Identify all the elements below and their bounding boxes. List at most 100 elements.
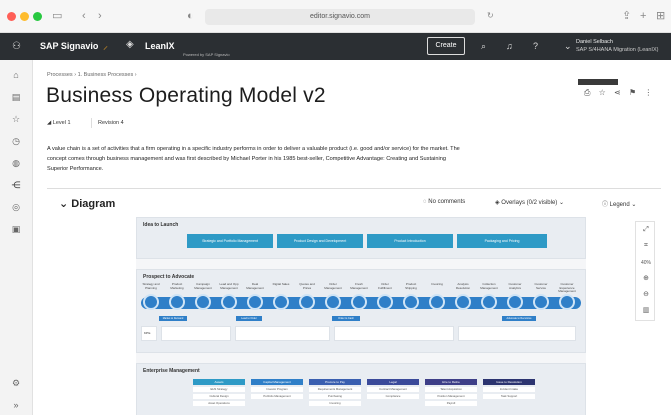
process-step-label: Lead and Opp Management (219, 282, 239, 290)
chevron-down-icon[interactable]: ⌄ (564, 41, 572, 52)
phase-tag[interactable]: Advocate to Recursive (502, 316, 536, 321)
minimize-window-icon[interactable] (20, 12, 29, 21)
enterprise-column-header[interactable]: Hire to Retire (425, 379, 477, 385)
zoom-window-icon[interactable] (33, 12, 42, 21)
process-step-label: Product Shipping (405, 282, 417, 290)
process-step-circle[interactable] (429, 294, 445, 310)
settings-icon[interactable]: ⚙ (10, 378, 22, 389)
process-step-circle[interactable] (325, 294, 341, 310)
sidebar-toggle-icon[interactable]: ▭ (52, 9, 62, 23)
enterprise-column-item[interactable]: Payroll (425, 401, 477, 406)
enterprise-column-header[interactable]: Capital Management (251, 379, 303, 385)
bell-icon[interactable]: ♫ (506, 41, 513, 51)
sap-icon[interactable]: ◍ (10, 158, 22, 169)
more-icon[interactable]: ⋮ (644, 88, 652, 97)
dictionary-icon[interactable]: ▤ (10, 92, 22, 103)
chevron-step[interactable]: Strategic and Portfolio Management (187, 234, 273, 248)
diagram-canvas[interactable]: Idea to Launch Strategic and Portfolio M… (136, 217, 586, 415)
enterprise-column-header[interactable]: Issue to Resolution (483, 379, 535, 385)
enterprise-column-item[interactable]: Compliance (367, 394, 419, 399)
brand-name[interactable]: SAP Signavio (40, 41, 98, 51)
enterprise-column-item[interactable]: Talent Acquisition (425, 387, 477, 392)
user-workspace[interactable]: SAP S/4HANA Migration (LeanIX) (576, 47, 658, 53)
kpi-box[interactable] (161, 326, 231, 341)
enterprise-column-item[interactable]: Portfolio Management (251, 394, 303, 399)
process-step-circle[interactable] (351, 294, 367, 310)
legend-dropdown[interactable]: ⓘ Legend ⌄ (602, 199, 636, 208)
expand-sidebar-icon[interactable]: » (10, 400, 22, 410)
enterprise-column-item[interactable]: Position Management (425, 394, 477, 399)
fit-to-screen-icon[interactable]: ⌗ (636, 242, 656, 250)
process-step-circle[interactable] (273, 294, 289, 310)
process-step-circle[interactable] (299, 294, 315, 310)
tab-overview-icon[interactable]: ⊞ (656, 9, 665, 23)
phase-tag[interactable]: Lead to Order (236, 316, 262, 321)
forward-icon[interactable]: › (98, 9, 102, 23)
process-step-circle[interactable] (169, 294, 185, 310)
diagram-header[interactable]: ⌄ Diagram (59, 197, 115, 210)
enterprise-column-item[interactable]: Invoicing (309, 401, 361, 406)
process-step-circle[interactable] (533, 294, 549, 310)
help-icon[interactable]: ? (533, 41, 538, 51)
minimap-icon[interactable]: ▥ (636, 306, 656, 314)
zoom-out-icon[interactable]: ⊖ (636, 290, 656, 298)
back-icon[interactable]: ‹ (82, 9, 86, 23)
process-step-circle[interactable] (481, 294, 497, 310)
process-step-circle[interactable] (195, 294, 211, 310)
phase-tag[interactable]: Market to Demand (159, 316, 187, 321)
print-icon[interactable]: ⎙ (584, 88, 590, 97)
enterprise-column-header[interactable]: Procure to Pay (309, 379, 361, 385)
enterprise-column-header[interactable]: Assets (193, 379, 245, 385)
home-icon[interactable]: ⌂ (10, 70, 22, 80)
enterprise-column-item[interactable]: Asset Operations (193, 401, 245, 406)
new-tab-icon[interactable]: + (640, 9, 646, 23)
journey-icon[interactable]: ◎ (10, 202, 22, 213)
comments-button[interactable]: ◌ No comments (423, 199, 465, 205)
enterprise-column-header[interactable]: Legal (367, 379, 419, 385)
chevron-step[interactable]: Product Introduction (367, 234, 453, 248)
enterprise-column-item[interactable]: Incident Intake (483, 387, 535, 392)
close-window-icon[interactable] (7, 12, 16, 21)
kpi-box[interactable] (458, 326, 576, 341)
favorites-icon[interactable]: ☆ (10, 114, 22, 125)
process-step-circle[interactable] (377, 294, 393, 310)
enterprise-column-item[interactable]: Cultural Design (193, 394, 245, 399)
share-icon[interactable]: ⇪ (622, 9, 631, 23)
enterprise-column-item[interactable]: Contract Management (367, 387, 419, 392)
favorite-icon[interactable]: ☆ (599, 88, 606, 97)
search-icon[interactable]: ⌕ (481, 41, 486, 52)
enterprise-column-item[interactable]: EHS Strategy (193, 387, 245, 392)
user-group-icon[interactable]: ⚇ (12, 41, 21, 52)
process-step-circle[interactable] (143, 294, 159, 310)
breadcrumb[interactable]: Processes › 1. Business Processes › (47, 72, 137, 78)
process-step-circle[interactable] (403, 294, 419, 310)
fullscreen-icon[interactable]: ⤢ (636, 226, 656, 234)
overlays-dropdown[interactable]: ◈ Overlays (0/2 visible) ⌄ (495, 199, 564, 206)
process-step-circle[interactable] (507, 294, 523, 310)
kpi-box[interactable] (235, 326, 330, 341)
process-step-circle[interactable] (559, 294, 575, 310)
document-icon[interactable]: ▣ (10, 224, 22, 235)
zoom-in-icon[interactable]: ⊕ (636, 274, 656, 282)
kpi-box[interactable] (334, 326, 454, 341)
share-link-icon[interactable]: ⋖ (614, 88, 621, 97)
create-button[interactable]: Create (427, 37, 465, 55)
notification-count-icon[interactable]: ⚑ (629, 88, 636, 97)
enterprise-column-item[interactable]: Task Support (483, 394, 535, 399)
phase-tag[interactable]: Order to Cash (332, 316, 360, 321)
address-bar[interactable]: editor.signavio.com (205, 9, 475, 25)
enterprise-column-item[interactable]: Requirements Management (309, 387, 361, 392)
process-step-circle[interactable] (455, 294, 471, 310)
process-icon[interactable]: ⋲ (10, 180, 22, 191)
user-name[interactable]: Daniel Selbach (576, 39, 613, 45)
process-step-circle[interactable] (221, 294, 237, 310)
process-step-circle[interactable] (247, 294, 263, 310)
enterprise-column-item[interactable]: Investor Program (251, 387, 303, 392)
reload-icon[interactable]: ↻ (487, 9, 494, 23)
privacy-icon[interactable]: ◐ (187, 9, 194, 23)
recent-icon[interactable]: ◷ (10, 136, 22, 147)
enterprise-column-item[interactable]: Purchasing (309, 394, 361, 399)
chevron-step[interactable]: Product Design and Development (277, 234, 363, 248)
revision-label[interactable]: Revision 4 (98, 120, 124, 126)
chevron-step[interactable]: Packaging and Pricing (457, 234, 547, 248)
